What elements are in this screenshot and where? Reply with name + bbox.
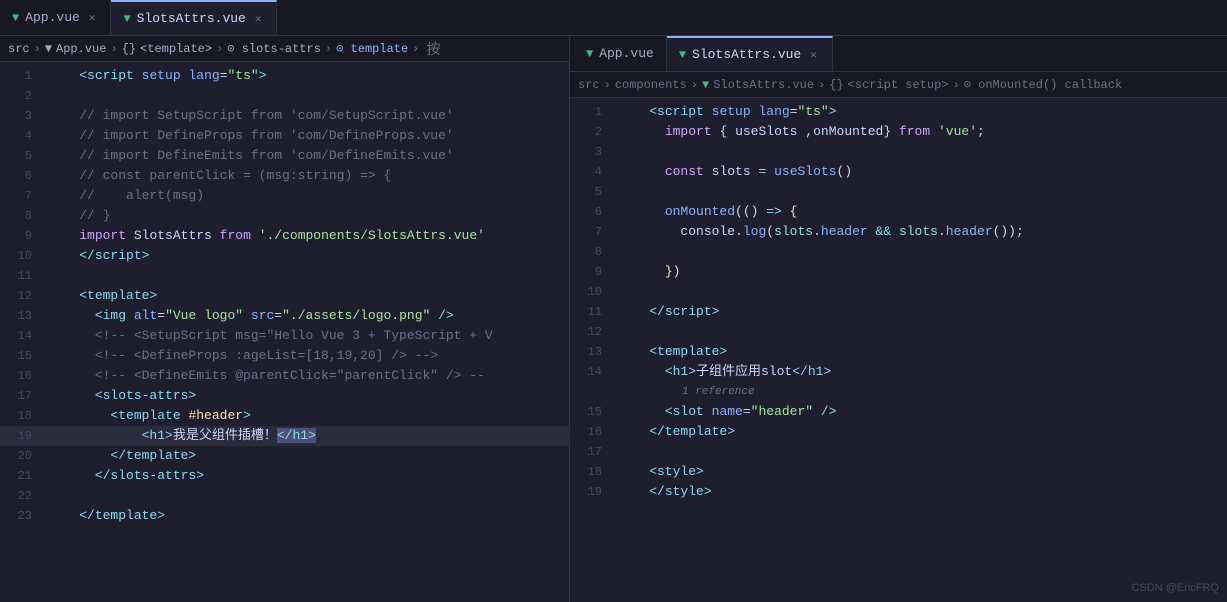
code-line: 17 — [570, 442, 1227, 462]
code-line: 13 <img alt="Vue logo" src="./assets/log… — [0, 306, 569, 326]
main-area: src › ▼ App.vue › {} <template> › ⊙ slot… — [0, 36, 1227, 602]
code-line: 12 — [570, 322, 1227, 342]
vue-icon-3: ▼ — [586, 47, 593, 61]
code-line: 10 </script> — [0, 246, 569, 266]
code-line: 11 </script> — [570, 302, 1227, 322]
right-tab-label-2: SlotsAttrs.vue — [692, 47, 801, 62]
tab-app-vue[interactable]: ▼ App.vue ✕ — [0, 0, 111, 35]
code-line: 16 </template> — [570, 422, 1227, 442]
code-line: 6 onMounted(() => { — [570, 202, 1227, 222]
watermark: CSDN @EricFRQ — [1131, 582, 1219, 594]
code-line: 4 // import DefineProps from 'com/Define… — [0, 126, 569, 146]
code-line: 16 <!-- <DefineEmits @parentClick="paren… — [0, 366, 569, 386]
code-line: 5 // import DefineEmits from 'com/Define… — [0, 146, 569, 166]
code-line: 5 — [570, 182, 1227, 202]
right-tab-bar: ▼ App.vue ▼ SlotsAttrs.vue ✕ — [570, 36, 1227, 72]
code-line: 21 </slots-attrs> — [0, 466, 569, 486]
code-line: 9 }) — [570, 262, 1227, 282]
code-line: 15 <slot name="header" /> — [570, 402, 1227, 422]
code-line: 18 <style> — [570, 462, 1227, 482]
code-line: 1 <script setup lang="ts"> — [570, 102, 1227, 122]
right-tab-label-1: App.vue — [599, 46, 654, 61]
code-line: 23 </template> — [0, 506, 569, 526]
tab-slotsattrs-vue[interactable]: ▼ SlotsAttrs.vue ✕ — [111, 0, 277, 35]
right-tab-app-vue[interactable]: ▼ App.vue — [574, 36, 667, 71]
code-line: 19 </style> — [570, 482, 1227, 502]
code-line: 9 import SlotsAttrs from './components/S… — [0, 226, 569, 246]
code-line: 18 <template #header> — [0, 406, 569, 426]
vue-icon-4: ▼ — [679, 48, 686, 62]
code-line-active: 19 <h1>我是父组件插槽！</h1> — [0, 426, 569, 446]
right-tab-close[interactable]: ✕ — [807, 47, 820, 63]
code-line: 6 // const parentClick = (msg:string) =>… — [0, 166, 569, 186]
right-tab-slotsattrs[interactable]: ▼ SlotsAttrs.vue ✕ — [667, 36, 833, 71]
code-line: 2 — [0, 86, 569, 106]
left-breadcrumb: src › ▼ App.vue › {} <template> › ⊙ slot… — [0, 36, 569, 62]
left-tab-bar: ▼ App.vue ✕ ▼ SlotsAttrs.vue ✕ — [0, 0, 1227, 36]
code-line: 14 <!-- <SetupScript msg="Hello Vue 3 + … — [0, 326, 569, 346]
code-line: 20 </template> — [0, 446, 569, 466]
right-editor: ▼ App.vue ▼ SlotsAttrs.vue ✕ src › compo… — [570, 36, 1227, 602]
code-line: 11 — [0, 266, 569, 286]
code-line: 2 import { useSlots ,onMounted} from 'vu… — [570, 122, 1227, 142]
code-line: 7 console.log(slots.header && slots.head… — [570, 222, 1227, 242]
code-line: 8 // } — [0, 206, 569, 226]
code-line: 13 <template> — [570, 342, 1227, 362]
code-line: 8 — [570, 242, 1227, 262]
tab-close-app[interactable]: ✕ — [86, 10, 99, 26]
code-line: 4 const slots = useSlots() — [570, 162, 1227, 182]
code-line: 17 <slots-attrs> — [0, 386, 569, 406]
tab-close-slots[interactable]: ✕ — [252, 11, 265, 27]
right-breadcrumb: src › components › ▼ SlotsAttrs.vue › {}… — [570, 72, 1227, 98]
tab-label-2: SlotsAttrs.vue — [137, 11, 246, 26]
right-code-editor[interactable]: 1 <script setup lang="ts"> 2 import { us… — [570, 98, 1227, 602]
code-line: 15 <!-- <DefineProps :ageList=[18,19,20]… — [0, 346, 569, 366]
code-line: 10 — [570, 282, 1227, 302]
code-line: 22 — [0, 486, 569, 506]
code-line: 14 <h1>子组件应用slot</h1> — [570, 362, 1227, 382]
left-code-editor[interactable]: 1 <script setup lang="ts"> 2 3 // import… — [0, 62, 569, 602]
split-editor-button[interactable]: 按 — [423, 39, 443, 59]
vue-icon-2: ▼ — [123, 12, 130, 26]
code-line: 12 <template> — [0, 286, 569, 306]
left-editor: src › ▼ App.vue › {} <template> › ⊙ slot… — [0, 36, 570, 602]
vue-icon: ▼ — [12, 11, 19, 25]
code-line: 7 // alert(msg) — [0, 186, 569, 206]
code-line: 1 <script setup lang="ts"> — [0, 66, 569, 86]
tab-label: App.vue — [25, 10, 80, 25]
reference-label: 1 reference — [570, 382, 1227, 402]
code-line: 3 // import SetupScript from 'com/SetupS… — [0, 106, 569, 126]
code-line: 3 — [570, 142, 1227, 162]
